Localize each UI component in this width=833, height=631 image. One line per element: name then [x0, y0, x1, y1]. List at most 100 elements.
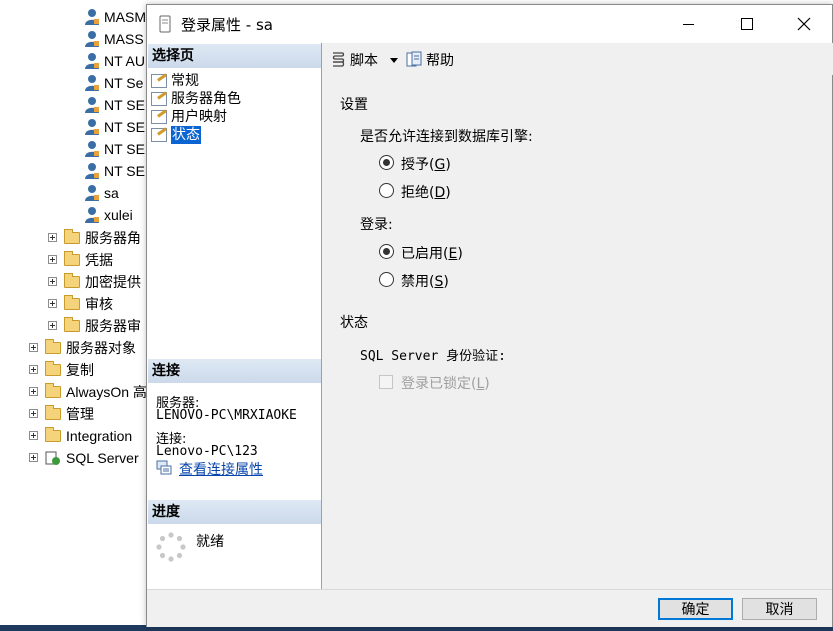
- view-connection-properties-link[interactable]: 查看连接属性: [179, 459, 263, 479]
- enabled-radio[interactable]: [379, 244, 394, 259]
- database-icon: [159, 15, 171, 33]
- folder-icon: [64, 251, 80, 266]
- left-pane: 选择页 常规 服务器角色 用户映射 状态 连接 服务器: LENOVO-PC\M…: [147, 43, 322, 589]
- expand-icon[interactable]: [29, 431, 38, 440]
- folder-label: SQL Server: [66, 450, 139, 466]
- help-button[interactable]: 帮助: [426, 50, 454, 70]
- enabled-radio-label[interactable]: 已启用(E): [401, 243, 463, 263]
- connection-properties-icon: [156, 460, 172, 475]
- folder-label: 加密提供: [85, 274, 141, 290]
- user-icon: [85, 53, 99, 69]
- folder-label: 凭据: [85, 252, 113, 268]
- folder-label: 服务器审: [85, 318, 141, 334]
- login-state-label: 登录:: [360, 217, 393, 233]
- grant-radio-label[interactable]: 授予(G): [401, 154, 451, 174]
- script-button[interactable]: 脚本: [350, 50, 378, 70]
- grant-radio[interactable]: [379, 155, 394, 170]
- dialog-title: 登录属性 - sa: [181, 16, 273, 34]
- user-icon: [85, 185, 99, 201]
- script-icon: [332, 52, 345, 67]
- expand-icon[interactable]: [48, 321, 57, 330]
- disabled-accel-key: S: [434, 274, 444, 290]
- page-label: 服务器角色: [171, 91, 241, 107]
- close-button[interactable]: [775, 5, 833, 43]
- disabled-radio[interactable]: [379, 272, 394, 287]
- login-name: sa: [104, 185, 119, 201]
- user-icon: [85, 141, 99, 157]
- login-locked-checkbox[interactable]: [379, 375, 393, 389]
- folder-label: 审核: [85, 296, 113, 312]
- toolbar: [323, 43, 833, 75]
- progress-header: 进度: [148, 500, 321, 524]
- enabled-accel-key: E: [448, 246, 458, 262]
- expand-icon[interactable]: [29, 387, 38, 396]
- progress-spinner-icon: [156, 532, 186, 562]
- title-bar[interactable]: 登录属性 - sa: [147, 5, 832, 43]
- dialog-footer: 确定 取消: [147, 589, 832, 627]
- close-icon: [797, 17, 811, 31]
- login-name: NT SE: [104, 141, 145, 157]
- page-label: 常规: [171, 73, 199, 89]
- folder-label: 服务器角: [85, 230, 141, 246]
- chevron-down-icon[interactable]: [390, 58, 398, 63]
- login-name: MASM: [104, 9, 146, 25]
- ok-button[interactable]: 确定: [658, 598, 733, 620]
- login-locked-label: 登录已锁定(L): [401, 376, 490, 392]
- folder-icon: [64, 317, 80, 332]
- folder-label: Integration: [66, 428, 133, 444]
- maximize-button[interactable]: [717, 5, 775, 43]
- disabled-text: 禁用: [401, 274, 429, 290]
- page-icon: [151, 74, 167, 88]
- user-icon: [85, 207, 99, 223]
- folder-icon: [45, 361, 61, 376]
- login-name: MASS: [104, 31, 144, 47]
- permission-label: 是否允许连接到数据库引擎:: [360, 129, 533, 145]
- login-name: NT SE: [104, 97, 145, 113]
- deny-radio-label[interactable]: 拒绝(D): [401, 182, 451, 202]
- settings-header: 设置: [340, 97, 368, 113]
- server-value: LENOVO-PC\MRXIAOKE: [156, 408, 297, 423]
- expand-icon[interactable]: [48, 255, 57, 264]
- enabled-text: 已启用: [401, 246, 443, 262]
- user-icon: [85, 31, 99, 47]
- folder-label: 复制: [66, 362, 94, 378]
- login-name: xulei: [104, 207, 133, 223]
- expand-icon[interactable]: [29, 453, 38, 462]
- user-icon: [85, 9, 99, 25]
- folder-icon: [45, 383, 61, 398]
- login-name: NT Se: [104, 75, 144, 91]
- login-name: NT SE: [104, 119, 145, 135]
- folder-icon: [45, 339, 61, 354]
- select-page-header: 选择页: [148, 44, 321, 68]
- deny-text: 拒绝: [401, 185, 429, 201]
- expand-icon[interactable]: [48, 299, 57, 308]
- connection-value: Lenovo-PC\123: [156, 444, 258, 459]
- page-icon: [151, 128, 167, 142]
- expand-icon[interactable]: [48, 233, 57, 242]
- user-icon: [85, 163, 99, 179]
- expand-icon[interactable]: [48, 277, 57, 286]
- folder-icon: [45, 427, 61, 442]
- login-name: NT AU: [104, 53, 145, 69]
- folder-icon: [64, 295, 80, 310]
- folder-icon: [64, 229, 80, 244]
- deny-radio[interactable]: [379, 183, 394, 198]
- expand-icon[interactable]: [29, 365, 38, 374]
- agent-icon: [45, 451, 60, 465]
- login-name: NT SE: [104, 163, 145, 179]
- grant-text: 授予: [401, 157, 429, 173]
- page-label: 状态: [171, 126, 201, 144]
- locked-accel-key: L: [476, 376, 485, 392]
- expand-icon[interactable]: [29, 343, 38, 352]
- user-icon: [85, 75, 99, 91]
- user-icon: [85, 97, 99, 113]
- cancel-button[interactable]: 取消: [742, 598, 817, 620]
- disabled-radio-label[interactable]: 禁用(S): [401, 271, 449, 291]
- progress-status: 就绪: [196, 534, 224, 550]
- grant-accel-key: G: [434, 157, 446, 173]
- page-icon: [151, 110, 167, 124]
- expand-icon[interactable]: [29, 409, 38, 418]
- help-icon: [406, 51, 422, 67]
- locked-text: 登录已锁定: [401, 376, 471, 392]
- minimize-button[interactable]: [659, 5, 717, 43]
